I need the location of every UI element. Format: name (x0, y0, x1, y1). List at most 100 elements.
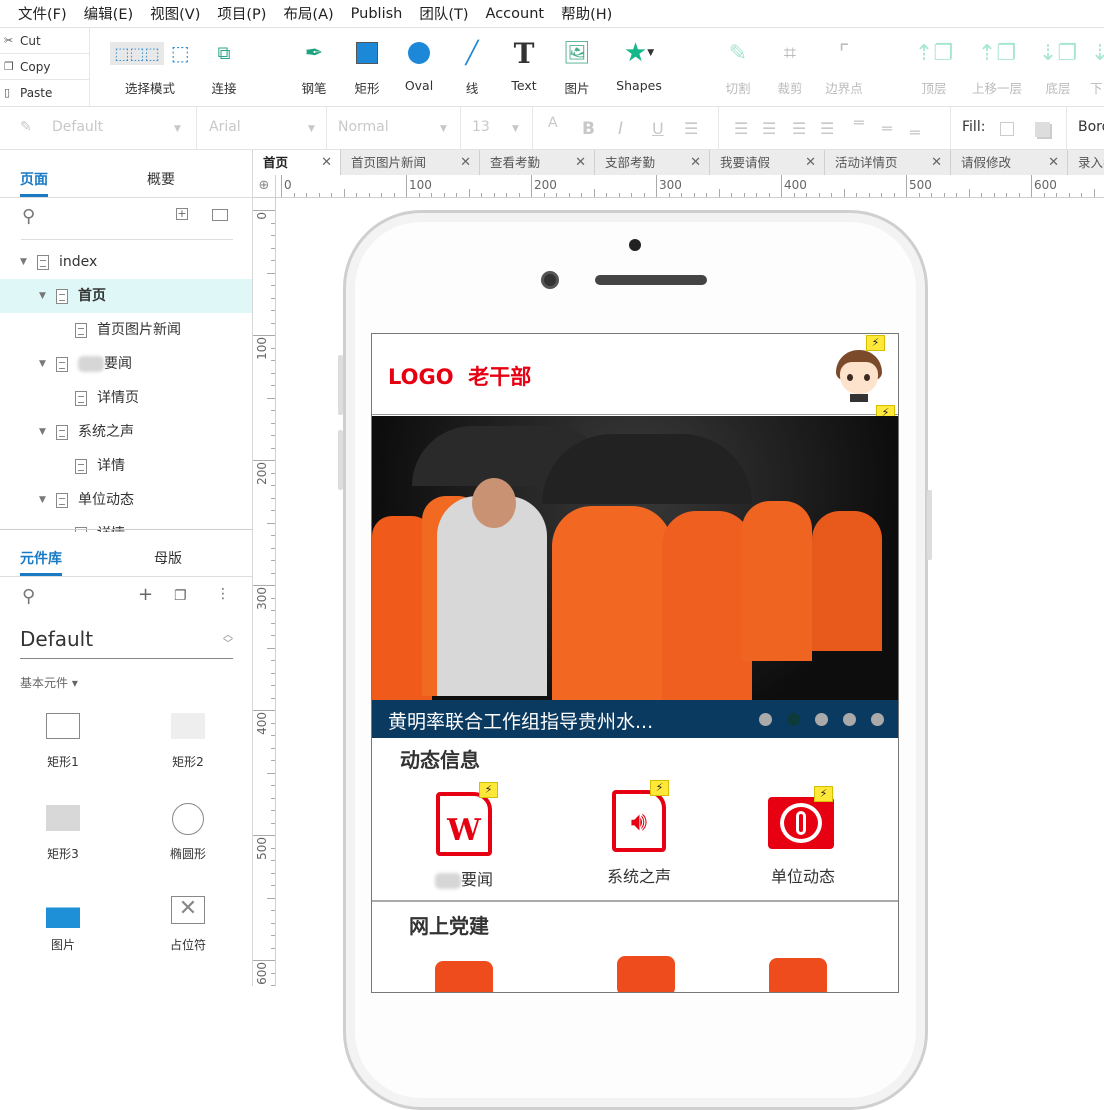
select-mode-button[interactable]: ⬚⬚⬚ ⬚ 选择模式 (104, 28, 196, 107)
send-to-back-button[interactable]: ⇣❐ 底层 (1038, 28, 1078, 107)
carousel-dot[interactable] (815, 713, 828, 726)
italic-icon[interactable]: I (618, 119, 623, 139)
carousel-dot[interactable] (843, 713, 856, 726)
unit-news-icon[interactable] (768, 797, 834, 849)
align-middle-icon[interactable]: ═ (882, 119, 892, 138)
align-left-icon[interactable]: ☰ (734, 119, 748, 138)
connect-button[interactable]: ⧉ 连接 (200, 28, 248, 107)
banner-caption[interactable]: 黄明率联合工作组指导贵州水... (388, 707, 653, 734)
fill-color-swatch[interactable] (1000, 122, 1014, 136)
align-top-icon[interactable]: ═ (854, 113, 864, 132)
align-bottom-icon[interactable]: ═ (910, 123, 920, 142)
close-icon[interactable]: ✕ (575, 150, 586, 175)
underline-icon[interactable]: U (652, 119, 664, 138)
folder-icon[interactable] (435, 961, 493, 992)
tab-pages[interactable]: 页面 (20, 169, 48, 197)
item-label-news[interactable]: 要闻 (394, 866, 534, 890)
close-icon[interactable]: ✕ (805, 150, 816, 175)
expand-arrow-icon[interactable]: ▼ (39, 415, 46, 449)
paste-button[interactable]: ▯ Paste (0, 80, 90, 106)
menu-file[interactable]: 文件(F) (18, 3, 67, 24)
page-tree-item[interactable]: ▼ index (0, 245, 252, 279)
close-icon[interactable]: ✕ (1048, 150, 1059, 175)
page-tree-item[interactable]: ▼ 单位动态 (0, 483, 252, 517)
page-tree-item[interactable]: 详情 (0, 449, 252, 483)
align-right-icon[interactable]: ☰ (792, 119, 806, 138)
oval-button[interactable]: Oval (398, 28, 440, 107)
banner-image[interactable] (372, 416, 898, 738)
document-tab[interactable]: 支部考勤 ✕ (595, 150, 710, 175)
menu-publish[interactable]: Publish (351, 6, 403, 22)
cut-button[interactable]: ✂ Cut (0, 28, 90, 54)
lightning-icon[interactable]: ⚡ (866, 335, 885, 351)
page-tree-item[interactable]: 详情页 (0, 381, 252, 415)
item-label-unit-news[interactable]: 单位动态 (733, 863, 873, 887)
expand-arrow-icon[interactable]: ▼ (20, 245, 27, 279)
shapes-button[interactable]: ★ ▼ Shapes (610, 28, 668, 107)
crop-button[interactable]: ⌗ 裁剪 (768, 28, 812, 107)
size-select[interactable]: 13 (472, 119, 490, 135)
search-icon[interactable]: ⚲ (22, 206, 35, 227)
bold-icon[interactable]: B (582, 119, 595, 139)
line-button[interactable]: ╱ 线 (452, 28, 492, 107)
category-toggle[interactable]: 基本元件 ▾ (20, 674, 78, 691)
menu-help[interactable]: 帮助(H) (561, 3, 612, 24)
menu-edit[interactable]: 编辑(E) (84, 3, 133, 24)
tab-masters[interactable]: 母版 (154, 548, 182, 568)
folder-icon[interactable] (212, 209, 228, 221)
close-icon[interactable]: ✕ (931, 150, 942, 175)
expand-arrow-icon[interactable]: ▼ (39, 347, 46, 381)
word-doc-icon[interactable]: W (436, 792, 492, 856)
document-tab[interactable]: 录入考 (1068, 150, 1104, 175)
page-tree-item[interactable]: ▼ 要闻 (0, 347, 252, 381)
page-tree-item[interactable]: ▼ 系统之声 (0, 415, 252, 449)
avatar[interactable] (830, 346, 886, 404)
close-icon[interactable]: ✕ (321, 150, 332, 175)
pen-button[interactable]: ✒ 钢笔 (292, 28, 336, 107)
align-center-icon[interactable]: ☰ (762, 119, 776, 138)
shadow-swatch[interactable] (1035, 122, 1050, 137)
text-button[interactable]: T Text (502, 28, 546, 107)
bullet-list-icon[interactable]: ☰ (684, 119, 698, 138)
font-select[interactable]: Arial (209, 119, 241, 135)
document-tab[interactable]: 我要请假 ✕ (710, 150, 825, 175)
widget-image[interactable]: 图片 (8, 894, 118, 953)
add-library-icon[interactable]: + (138, 584, 153, 605)
rect-button[interactable]: 矩形 (346, 28, 388, 107)
widget-rect1[interactable]: 矩形1 (8, 713, 118, 770)
carousel-dot[interactable] (759, 713, 772, 726)
document-tab[interactable]: 请假修改 ✕ (951, 150, 1068, 175)
widget-placeholder[interactable]: ✕ 占位符 (133, 896, 243, 953)
bring-forward-button[interactable]: ⇡❐ 上移一层 (966, 28, 1028, 107)
tab-library[interactable]: 元件库 (20, 548, 62, 576)
menu-team[interactable]: 团队(T) (419, 3, 468, 24)
justify-icon[interactable]: ☰ (820, 119, 834, 138)
widget-rect2[interactable]: 矩形2 (133, 713, 243, 770)
library-select[interactable]: Default ︿ ﹀ (20, 627, 233, 659)
lightning-icon[interactable]: ⚡ (479, 782, 498, 798)
widget-ellipse[interactable]: 椭圆形 (133, 803, 243, 862)
widget-rect3[interactable]: 矩形3 (8, 805, 118, 862)
close-icon[interactable]: ✕ (460, 150, 471, 175)
document-tab[interactable]: 查看考勤 ✕ (480, 150, 595, 175)
menu-view[interactable]: 视图(V) (150, 3, 200, 24)
menu-layout[interactable]: 布局(A) (283, 3, 333, 24)
page-tree-item[interactable]: 首页图片新闻 (0, 313, 252, 347)
page-tree-item[interactable]: ▼ 首页 (0, 279, 252, 313)
document-tab[interactable]: 活动详情页 ✕ (825, 150, 951, 175)
item-label-system-voice[interactable]: 系统之声 (569, 863, 709, 887)
send-backward-button[interactable]: ⇣ 下 (1090, 28, 1104, 107)
copy-button[interactable]: ❐ Copy (0, 54, 90, 80)
calendar-icon[interactable] (617, 956, 675, 992)
more-icon[interactable]: ⋮ (216, 586, 230, 602)
tab-outline[interactable]: 概要 (147, 169, 175, 189)
library-copy-icon[interactable]: ❐ (174, 588, 187, 604)
points-button[interactable]: ⌜ 边界点 (818, 28, 870, 107)
menu-project[interactable]: 项目(P) (217, 3, 266, 24)
bring-to-front-button[interactable]: ⇡❐ 顶层 (912, 28, 956, 107)
image-button[interactable]: 🖼 图片 (556, 28, 598, 107)
weight-select[interactable]: Normal (338, 119, 389, 135)
slice-button[interactable]: ✎ 切割 (716, 28, 760, 107)
notebook-icon[interactable] (769, 958, 827, 992)
expand-arrow-icon[interactable]: ▼ (39, 279, 46, 313)
